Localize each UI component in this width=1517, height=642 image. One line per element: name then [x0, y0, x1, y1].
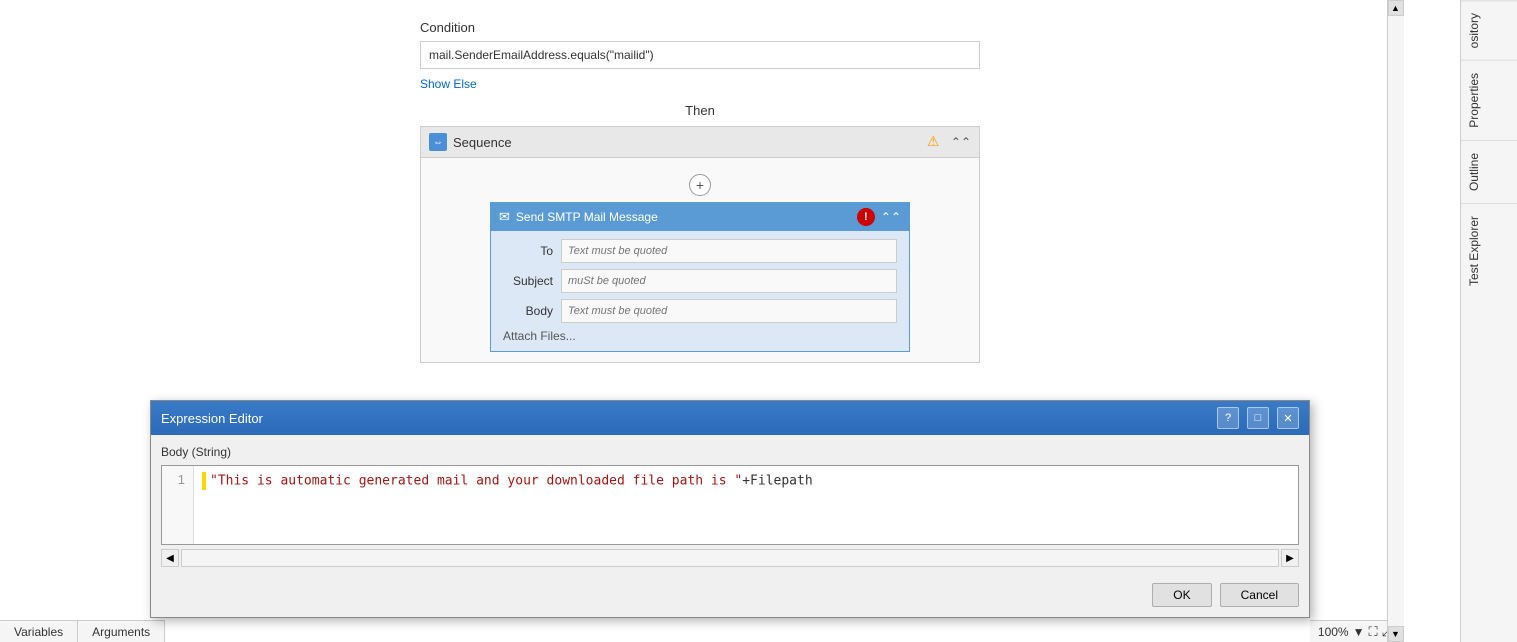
- expression-editor-dialog: Expression Editor ? □ ✕ Body (String) 1 …: [150, 400, 1310, 618]
- field-type-label: Body (String): [161, 445, 1299, 459]
- arguments-tab[interactable]: Arguments: [78, 621, 165, 642]
- right-sidebar: ository Properties Outline Test Explorer: [1460, 0, 1517, 642]
- sequence-body: + ✉ Send SMTP Mail Message ! ⌃⌃ To: [421, 158, 979, 362]
- line-numbers: 1: [162, 466, 194, 544]
- sequence-header: ⇔ Sequence ⚠ ⌃⌃: [421, 127, 979, 158]
- body-field-row: Body: [503, 299, 897, 323]
- smtp-header: ✉ Send SMTP Mail Message ! ⌃⌃: [491, 203, 909, 231]
- subject-label: Subject: [503, 274, 553, 288]
- editor-area[interactable]: 1 "This is automatic generated mail and …: [161, 465, 1299, 545]
- condition-input[interactable]: [420, 41, 980, 69]
- fit-screen-icon[interactable]: ⛶: [1368, 624, 1377, 640]
- scroll-right-button[interactable]: ▶: [1281, 549, 1299, 567]
- canvas: Condition Show Else Then ⇔ Sequence ⚠ ⌃⌃…: [0, 0, 1460, 383]
- subject-field-row: Subject: [503, 269, 897, 293]
- error-icon: !: [857, 208, 875, 226]
- dialog-title: Expression Editor: [161, 411, 1209, 426]
- add-activity-button[interactable]: +: [689, 174, 711, 196]
- sidebar-tab-repository[interactable]: ository: [1461, 0, 1517, 60]
- body-input[interactable]: [561, 299, 897, 323]
- sequence-title: Sequence: [453, 135, 921, 150]
- condition-section: Condition Show Else Then ⇔ Sequence ⚠ ⌃⌃…: [420, 20, 1420, 363]
- sequence-block: ⇔ Sequence ⚠ ⌃⌃ + ✉ Send SMTP Mail Messa…: [420, 126, 980, 363]
- dialog-close-button[interactable]: ✕: [1277, 407, 1299, 429]
- sidebar-tab-test-explorer[interactable]: Test Explorer: [1461, 203, 1517, 298]
- zoom-value: 100%: [1318, 625, 1349, 639]
- sequence-icon: ⇔: [429, 133, 447, 151]
- cancel-button[interactable]: Cancel: [1220, 583, 1299, 607]
- condition-label: Condition: [420, 20, 1420, 35]
- variables-tab[interactable]: Variables: [0, 621, 78, 642]
- email-icon: ✉: [499, 209, 510, 225]
- to-input[interactable]: [561, 239, 897, 263]
- smtp-title: Send SMTP Mail Message: [516, 210, 851, 224]
- scroll-track[interactable]: [1388, 16, 1404, 626]
- then-label: Then: [420, 103, 980, 118]
- scroll-track-horizontal[interactable]: [181, 549, 1279, 567]
- current-line-indicator: [202, 472, 206, 490]
- scroll-up-button[interactable]: ▲: [1388, 0, 1404, 16]
- sidebar-tab-properties[interactable]: Properties: [1461, 60, 1517, 140]
- dialog-maximize-button[interactable]: □: [1247, 407, 1269, 429]
- dialog-footer: OK Cancel: [151, 577, 1309, 617]
- subject-input[interactable]: [561, 269, 897, 293]
- scroll-left-button[interactable]: ◀: [161, 549, 179, 567]
- scroll-down-button[interactable]: ▼: [1388, 626, 1404, 642]
- to-label: To: [503, 244, 553, 258]
- zoom-dropdown-icon[interactable]: ▼: [1353, 625, 1365, 639]
- smtp-body: To Subject Body Attach Files: [491, 231, 909, 351]
- collapse-button[interactable]: ⌃⌃: [951, 135, 971, 149]
- vertical-scrollbar: ▲ ▼: [1387, 0, 1403, 642]
- code-var-part: +Filepath: [742, 474, 812, 489]
- dialog-content: Body (String) 1 "This is automatic gener…: [151, 435, 1309, 577]
- dialog-titlebar: Expression Editor ? □ ✕: [151, 401, 1309, 435]
- sidebar-tab-outline[interactable]: Outline: [1461, 140, 1517, 203]
- smtp-block: ✉ Send SMTP Mail Message ! ⌃⌃ To Subje: [490, 202, 910, 352]
- to-field-row: To: [503, 239, 897, 263]
- editor-content[interactable]: "This is automatic generated mail and yo…: [194, 466, 1298, 544]
- smtp-collapse-button[interactable]: ⌃⌃: [881, 210, 901, 224]
- code-string-part: "This is automatic generated mail and yo…: [210, 474, 742, 489]
- warning-icon: ⚠: [927, 133, 945, 151]
- ok-button[interactable]: OK: [1152, 583, 1211, 607]
- horizontal-scrollbar: ◀ ▶: [161, 549, 1299, 567]
- bottom-tabs: Variables Arguments: [0, 620, 165, 642]
- dialog-help-button[interactable]: ?: [1217, 407, 1239, 429]
- show-else-link[interactable]: Show Else: [420, 77, 477, 91]
- attach-files-label: Attach Files...: [503, 329, 897, 343]
- body-label: Body: [503, 304, 553, 318]
